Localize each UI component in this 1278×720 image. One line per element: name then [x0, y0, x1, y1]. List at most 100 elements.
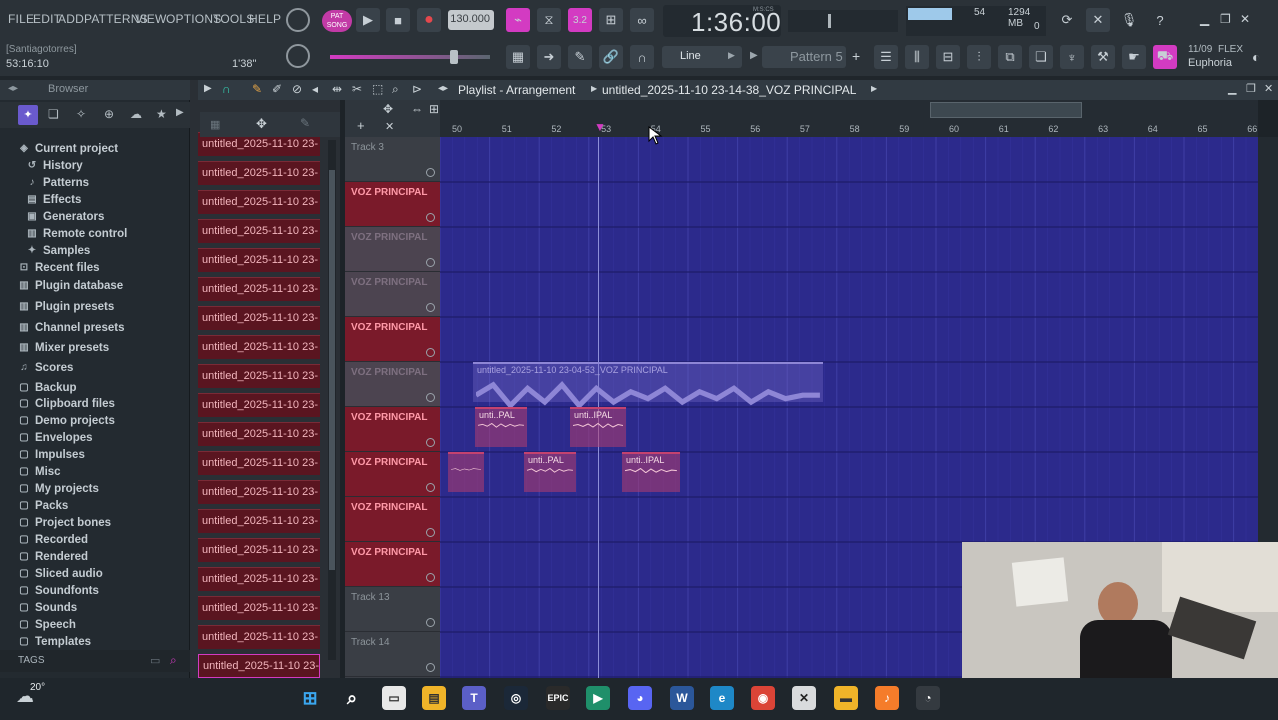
maximize-button[interactable]: ❐ [1220, 12, 1231, 26]
app-icon[interactable]: ▶ [586, 686, 610, 710]
audio-clip-item[interactable]: untitled_2025-11-10 23- [198, 509, 320, 533]
picker-pencil-icon[interactable]: ✎ [300, 116, 310, 130]
audio-clip-item[interactable]: untitled_2025-11-10 23- [198, 596, 320, 620]
piano-roll-button[interactable]: ⫶ [967, 45, 991, 69]
magnet-button[interactable]: ∩ [630, 45, 654, 69]
plugin-filter-icon[interactable]: ✧ [76, 107, 86, 121]
track-mute-indicator[interactable] [426, 213, 435, 222]
piano-button[interactable]: ▦ [506, 45, 530, 69]
playback-icon[interactable]: ⊳ [412, 82, 422, 96]
countdown-button[interactable]: 3.2 [568, 8, 592, 32]
browser-item-soundfonts[interactable]: ▢ Soundfonts [18, 583, 99, 599]
browser-item-recent-files[interactable]: ⊡ Recent files [18, 260, 100, 276]
audio-clip-item[interactable]: untitled_2025-11-10 23- [198, 422, 320, 446]
windows-start-icon[interactable]: ⊞ [298, 686, 322, 710]
paint-icon[interactable]: ✐ [272, 82, 282, 96]
word-icon[interactable]: W [670, 686, 694, 710]
vertical-scrollbar[interactable] [1258, 137, 1278, 542]
browser-item-channel-presets[interactable]: ▥ Channel presets [18, 320, 124, 336]
browser-item-clipboard-files[interactable]: ▢ Clipboard files [18, 396, 115, 412]
song-position-slider[interactable] [330, 50, 490, 64]
blend-notes-button[interactable]: ∞ [630, 8, 654, 32]
audio-clip-1[interactable]: unti..PAL [475, 407, 527, 447]
browser-item-recorded[interactable]: ▢ Recorded [18, 532, 88, 548]
pl-close-icon[interactable]: ✕ [1264, 82, 1273, 95]
fl-studio-icon[interactable]: ♪ [875, 686, 899, 710]
grid-icon[interactable]: ⊞ [429, 102, 439, 116]
browser-item-generators[interactable]: ▣ Generators [26, 209, 104, 225]
help-button[interactable]: ? [1148, 8, 1172, 32]
tool-button[interactable]: ✕ [1086, 8, 1110, 32]
picker-scrollbar[interactable] [328, 140, 336, 660]
audio-clip-long[interactable]: untitled_2025-11-10 23-04-53_VOZ PRINCIP… [473, 362, 823, 410]
track-header[interactable]: VOZ PRINCIPAL [345, 362, 440, 407]
track-header[interactable]: VOZ PRINCIPAL [345, 497, 440, 542]
folder-icon[interactable]: ▭ [150, 654, 160, 667]
browser-item-speech[interactable]: ▢ Speech [18, 617, 76, 633]
file-icon[interactable]: ❏ [48, 107, 59, 121]
browser-item-impulses[interactable]: ▢ Impulses [18, 447, 85, 463]
play-button[interactable]: ▶ [356, 8, 380, 32]
picker-grid-icon[interactable]: ▦ [210, 118, 220, 131]
track-mute-indicator[interactable] [426, 663, 435, 672]
audio-clip-5[interactable]: unti..IPAL [622, 452, 680, 492]
browser-item-packs[interactable]: ▢ Packs [18, 498, 68, 514]
channel-rack-button[interactable]: ⊟ [936, 45, 960, 69]
delete-icon[interactable]: ⊘ [292, 82, 302, 96]
menu-file[interactable]: FILE [8, 12, 34, 26]
track-header[interactable]: VOZ PRINCIPAL [345, 542, 440, 587]
slip-icon[interactable]: ⇹ [332, 82, 342, 96]
pencil-icon[interactable]: ✎ [252, 82, 262, 96]
chrome-icon[interactable]: ◉ [751, 686, 775, 710]
master-volume-knob[interactable] [286, 8, 310, 32]
metronome-button[interactable]: ⌁ [506, 8, 530, 32]
slice-icon[interactable]: ✂ [352, 82, 362, 96]
browser-button[interactable]: ❏ [1029, 45, 1053, 69]
track-header[interactable]: VOZ PRINCIPAL [345, 272, 440, 317]
track-header[interactable]: VOZ PRINCIPAL [345, 452, 440, 497]
chevron-right-icon[interactable]: ▶ [176, 107, 184, 118]
picker-move-icon[interactable]: ✥ [256, 116, 267, 132]
track-mute-indicator[interactable] [426, 393, 435, 402]
magnet-icon[interactable]: ∩ [222, 82, 231, 96]
track-mute-indicator[interactable] [426, 528, 435, 537]
plugin-button[interactable]: ♆ [1060, 45, 1084, 69]
audio-clip-item[interactable]: untitled_2025-11-10 23- [198, 480, 320, 504]
play-icon[interactable]: ▶ [204, 83, 212, 94]
audio-clip-2[interactable]: unti..IPAL [570, 407, 626, 447]
browser-item-effects[interactable]: ▤ Effects [26, 192, 81, 208]
stop-button[interactable]: ■ [386, 8, 410, 32]
search-icon[interactable]: ⌕ [170, 653, 177, 668]
track-header[interactable]: VOZ PRINCIPAL [345, 317, 440, 362]
step-edit-button[interactable]: ⊞ [599, 8, 623, 32]
track-mute-indicator[interactable] [426, 438, 435, 447]
teams-icon[interactable]: T [462, 686, 486, 710]
playhead-marker-icon[interactable]: ▼ [594, 120, 606, 134]
browser-all-button[interactable]: ✦ [18, 105, 38, 125]
track-header[interactable]: Track 13 [345, 587, 440, 632]
obs-icon[interactable]: ◔ [916, 686, 940, 710]
horizontal-scroll-thumb[interactable] [930, 102, 1082, 118]
star-icon[interactable]: ★ [156, 107, 167, 121]
add-track-icon[interactable]: + [357, 118, 365, 133]
edge-icon[interactable]: e [710, 686, 734, 710]
track-header[interactable]: VOZ PRINCIPAL [345, 407, 440, 452]
browser-item-plugin-database[interactable]: ▥ Plugin database [18, 278, 123, 294]
mic-button[interactable]: 🎙 [1117, 8, 1141, 32]
browser-item-sliced-audio[interactable]: ▢ Sliced audio [18, 566, 102, 582]
browser-item-history[interactable]: ↺ History [26, 158, 83, 174]
add-pattern-icon[interactable]: + [852, 48, 860, 64]
browser-item-patterns[interactable]: ♪ Patterns [26, 175, 90, 191]
track-header[interactable]: Track 3 [345, 137, 440, 182]
menu-view[interactable]: VIEW [135, 12, 166, 26]
menu-add[interactable]: ADD [58, 12, 84, 26]
pat-song-toggle[interactable]: PAT SONG [322, 10, 352, 32]
audio-clip-item[interactable]: untitled_2025-11-10 23- [198, 625, 320, 649]
audio-clip-item[interactable]: untitled_2025-11-10 23- [198, 364, 320, 388]
audio-clip-item[interactable]: untitled_2025-11-10 23- [198, 451, 320, 475]
browser-item-plugin-presets[interactable]: ▥ Plugin presets [18, 299, 114, 315]
browser-item-current-project[interactable]: ◈ Current project [18, 141, 118, 157]
browser-arrows-icon[interactable]: ◂▸ [8, 83, 18, 94]
steam-icon[interactable]: ◎ [504, 686, 528, 710]
search-icon[interactable]: ⌕ [340, 686, 364, 710]
